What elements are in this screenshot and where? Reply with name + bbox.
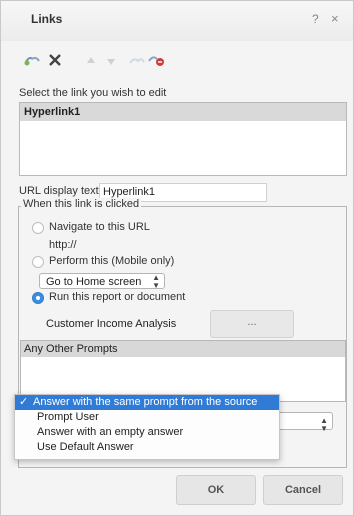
url-value[interactable]: http:// [49, 239, 77, 251]
title-bar: Links ? × [1, 1, 353, 41]
delete-icon[interactable] [45, 53, 65, 71]
group-legend: When this link is clicked [21, 198, 142, 210]
prompts-list[interactable]: Any Other Prompts [20, 340, 346, 402]
select-arrows-icon: ▲ ▼ [320, 416, 328, 433]
cancel-button[interactable]: Cancel [263, 475, 343, 505]
run-report-label: Run this report or document [49, 291, 186, 303]
answer-select[interactable]: ▲ ▼ [271, 412, 333, 433]
links-dialog: Links ? × Select the link you wish to ed… [0, 0, 354, 516]
add-link-icon[interactable] [23, 53, 43, 71]
check-icon: ✓ [19, 396, 29, 408]
toolbar [23, 53, 323, 73]
run-report-radio[interactable] [32, 292, 44, 304]
report-name-field: Customer Income Analysis [46, 318, 177, 330]
browse-button[interactable]: ... [210, 310, 294, 338]
ok-button[interactable]: OK [176, 475, 256, 505]
move-up-icon [81, 53, 101, 71]
dropdown-option-same-prompt[interactable]: ✓ Answer with the same prompt from the so… [15, 395, 279, 410]
dialog-title: Links [31, 12, 63, 26]
help-icon[interactable]: ? [312, 12, 319, 26]
remove-link-icon[interactable] [147, 53, 167, 71]
perform-select-value: Go to Home screen [46, 276, 142, 288]
link-listbox[interactable]: Hyperlink1 [19, 102, 347, 176]
answer-dropdown-menu: ✓ Answer with the same prompt from the so… [14, 394, 280, 460]
link-list-label: Select the link you wish to edit [19, 87, 167, 99]
dropdown-option-default-answer[interactable]: Use Default Answer [15, 440, 279, 455]
navigate-label: Navigate to this URL [49, 221, 150, 233]
list-item[interactable]: Hyperlink1 [20, 103, 346, 121]
select-arrows-icon: ▲ ▼ [152, 273, 160, 290]
perform-select[interactable]: Go to Home screen ▲ ▼ [39, 273, 165, 290]
link-icon [127, 53, 147, 71]
perform-label: Perform this (Mobile only) [49, 255, 175, 267]
move-down-icon [101, 53, 121, 71]
perform-radio[interactable] [32, 256, 44, 268]
prompts-header: Any Other Prompts [21, 341, 345, 357]
url-display-label: URL display text [19, 185, 99, 197]
navigate-radio[interactable] [32, 222, 44, 234]
dropdown-option-prompt-user[interactable]: Prompt User [15, 410, 279, 425]
dropdown-option-empty-answer[interactable]: Answer with an empty answer [15, 425, 279, 440]
close-icon[interactable]: × [331, 11, 339, 26]
